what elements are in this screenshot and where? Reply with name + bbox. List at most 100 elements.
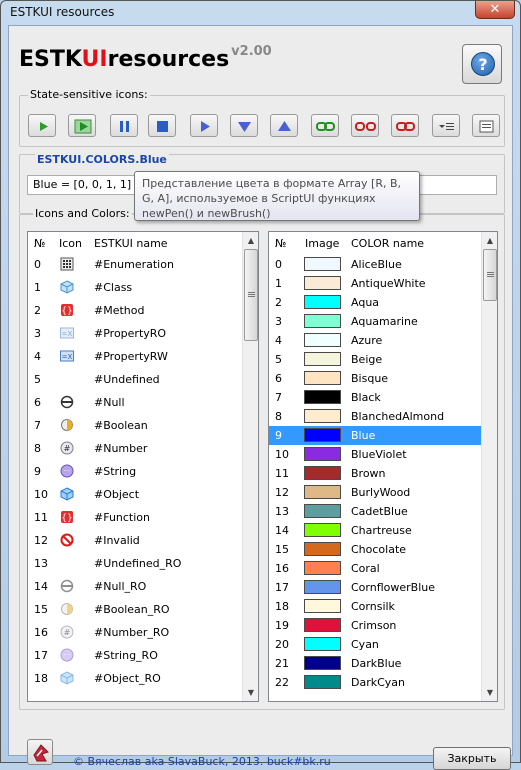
state-button-8[interactable] [311,114,339,137]
state-button-3[interactable] [110,114,138,137]
unlink-icon [355,122,376,131]
state-button-11[interactable] [432,114,460,137]
state-button-4[interactable] [148,114,176,137]
icon-row[interactable]: 3 =X #PropertyRO [28,324,242,343]
color-row[interactable]: 16 Coral [269,559,481,578]
color-swatch [304,352,341,366]
color-swatch [304,504,341,518]
row-name: #PropertyRO [94,327,167,340]
scroll-thumb[interactable] [244,249,258,341]
color-row[interactable]: 13 CadetBlue [269,502,481,521]
string-ro-icon: ··· [60,648,74,662]
color-row[interactable]: 1 AntiqueWhite [269,274,481,293]
icons-list[interactable]: № Icon ESTKUI name 0 #Enumeration 1 #Class 2… [27,231,259,702]
icon-row[interactable]: 1 #Class [28,278,242,297]
color-row[interactable]: 18 Cornsilk [269,597,481,616]
row-name: #Number [94,442,148,455]
state-button-1[interactable] [28,114,56,137]
color-row[interactable]: 21 DarkBlue [269,654,481,673]
state-button-10[interactable] [391,114,419,137]
scroll-up-icon[interactable]: ▲ [243,232,258,249]
icon-row[interactable]: 8 # #Number [28,439,242,458]
number-icon: # [60,441,74,455]
color-row[interactable]: 22 DarkCyan [269,673,481,692]
state-button-9[interactable] [351,114,379,137]
scroll-down-icon[interactable]: ▼ [482,684,497,701]
icon-row[interactable]: 18 #Object_RO [28,669,242,688]
icon-row[interactable]: 6 #Null [28,393,242,412]
col-image-header: Image [305,237,340,250]
row-color-name: Black [351,391,381,404]
row-color-name: DarkBlue [351,657,402,670]
color-tooltip: Представление цвета в формате Array [R, … [134,171,420,221]
row-number: 3 [275,315,282,328]
color-row[interactable]: 3 Aquamarine [269,312,481,331]
row-name: #PropertyRW [94,350,168,363]
state-button-7[interactable] [270,114,298,137]
scroll-down-icon[interactable]: ▼ [243,684,258,701]
color-row[interactable]: 6 Bisque [269,369,481,388]
icon-row[interactable]: 5 #Undefined [28,370,242,389]
icon-row[interactable]: 10 #Object [28,485,242,504]
icon-row[interactable]: 7 #Boolean [28,416,242,435]
state-button-2[interactable] [68,114,96,137]
color-row[interactable]: 19 Crimson [269,616,481,635]
help-icon: ? [471,52,495,76]
color-row[interactable]: 15 Chocolate [269,540,481,559]
close-button[interactable]: Закрыть [433,747,511,770]
window-title: ESTKUI resources [10,5,115,19]
color-row[interactable]: 14 Chartreuse [269,521,481,540]
row-number: 15 [34,603,48,616]
scroll-up-icon[interactable]: ▲ [482,232,497,249]
color-row[interactable]: 12 BurlyWood [269,483,481,502]
icon-row[interactable]: 17 ··· #String_RO [28,646,242,665]
icon-row[interactable]: 16 # #Number_RO [28,623,242,642]
color-row[interactable]: 9 Blue [269,426,481,445]
color-row[interactable]: 5 Beige [269,350,481,369]
color-swatch [304,599,341,613]
row-color-name: Chocolate [351,543,407,556]
color-row[interactable]: 7 Black [269,388,481,407]
icon-row[interactable]: 15 #Boolean_RO [28,600,242,619]
icon-row[interactable]: 12 #Invalid [28,531,242,550]
color-row[interactable]: 4 Azure [269,331,481,350]
col-color-name-header: COLOR name [351,237,425,250]
color-row[interactable]: 2 Aqua [269,293,481,312]
scroll-thumb[interactable] [483,249,497,301]
color-name-label: ESTKUI.COLORS.Blue [35,153,169,166]
icons-list-scrollbar[interactable]: ▲ ▼ [242,232,258,701]
color-row[interactable]: 10 BlueViolet [269,445,481,464]
row-number: 20 [275,638,289,651]
icon-row[interactable]: 0 #Enumeration [28,255,242,274]
row-number: 17 [34,649,48,662]
row-number: 15 [275,543,289,556]
slavabuck-logo-icon[interactable] [27,739,53,765]
color-swatch [304,561,341,575]
color-row[interactable]: 20 Cyan [269,635,481,654]
icon-row[interactable]: 2 {} #Method [28,301,242,320]
svg-text:=X: =X [62,353,73,361]
color-row[interactable]: 11 Brown [269,464,481,483]
row-color-name: AntiqueWhite [351,277,426,290]
row-number: 0 [275,258,282,271]
help-button[interactable]: ? [462,44,502,84]
color-row[interactable]: 17 CornflowerBlue [269,578,481,597]
color-row[interactable]: 8 BlanchedAlmond [269,407,481,426]
colors-list-scrollbar[interactable]: ▲ ▼ [481,232,497,701]
icon-row[interactable]: 9 ··· #String [28,462,242,481]
row-color-name: Coral [351,562,380,575]
state-button-5[interactable] [190,114,218,137]
row-name: #Boolean [94,419,148,432]
row-number: 4 [34,350,41,363]
colors-list[interactable]: № Image COLOR name 0 AliceBlue 1 AntiqueWhi… [268,231,498,702]
icon-row[interactable]: 11 {} #Function [28,508,242,527]
window-close-button[interactable]: ✕ [475,1,515,19]
icon-row[interactable]: 13 #Undefined_RO [28,554,242,573]
title-bar[interactable]: ESTKUI resources ✕ [1,1,520,25]
color-swatch [304,637,341,651]
state-button-6[interactable] [230,114,258,137]
color-row[interactable]: 0 AliceBlue [269,255,481,274]
icon-row[interactable]: 4 =X #PropertyRW [28,347,242,366]
state-button-12[interactable] [472,114,500,137]
icon-row[interactable]: 14 #Null_RO [28,577,242,596]
